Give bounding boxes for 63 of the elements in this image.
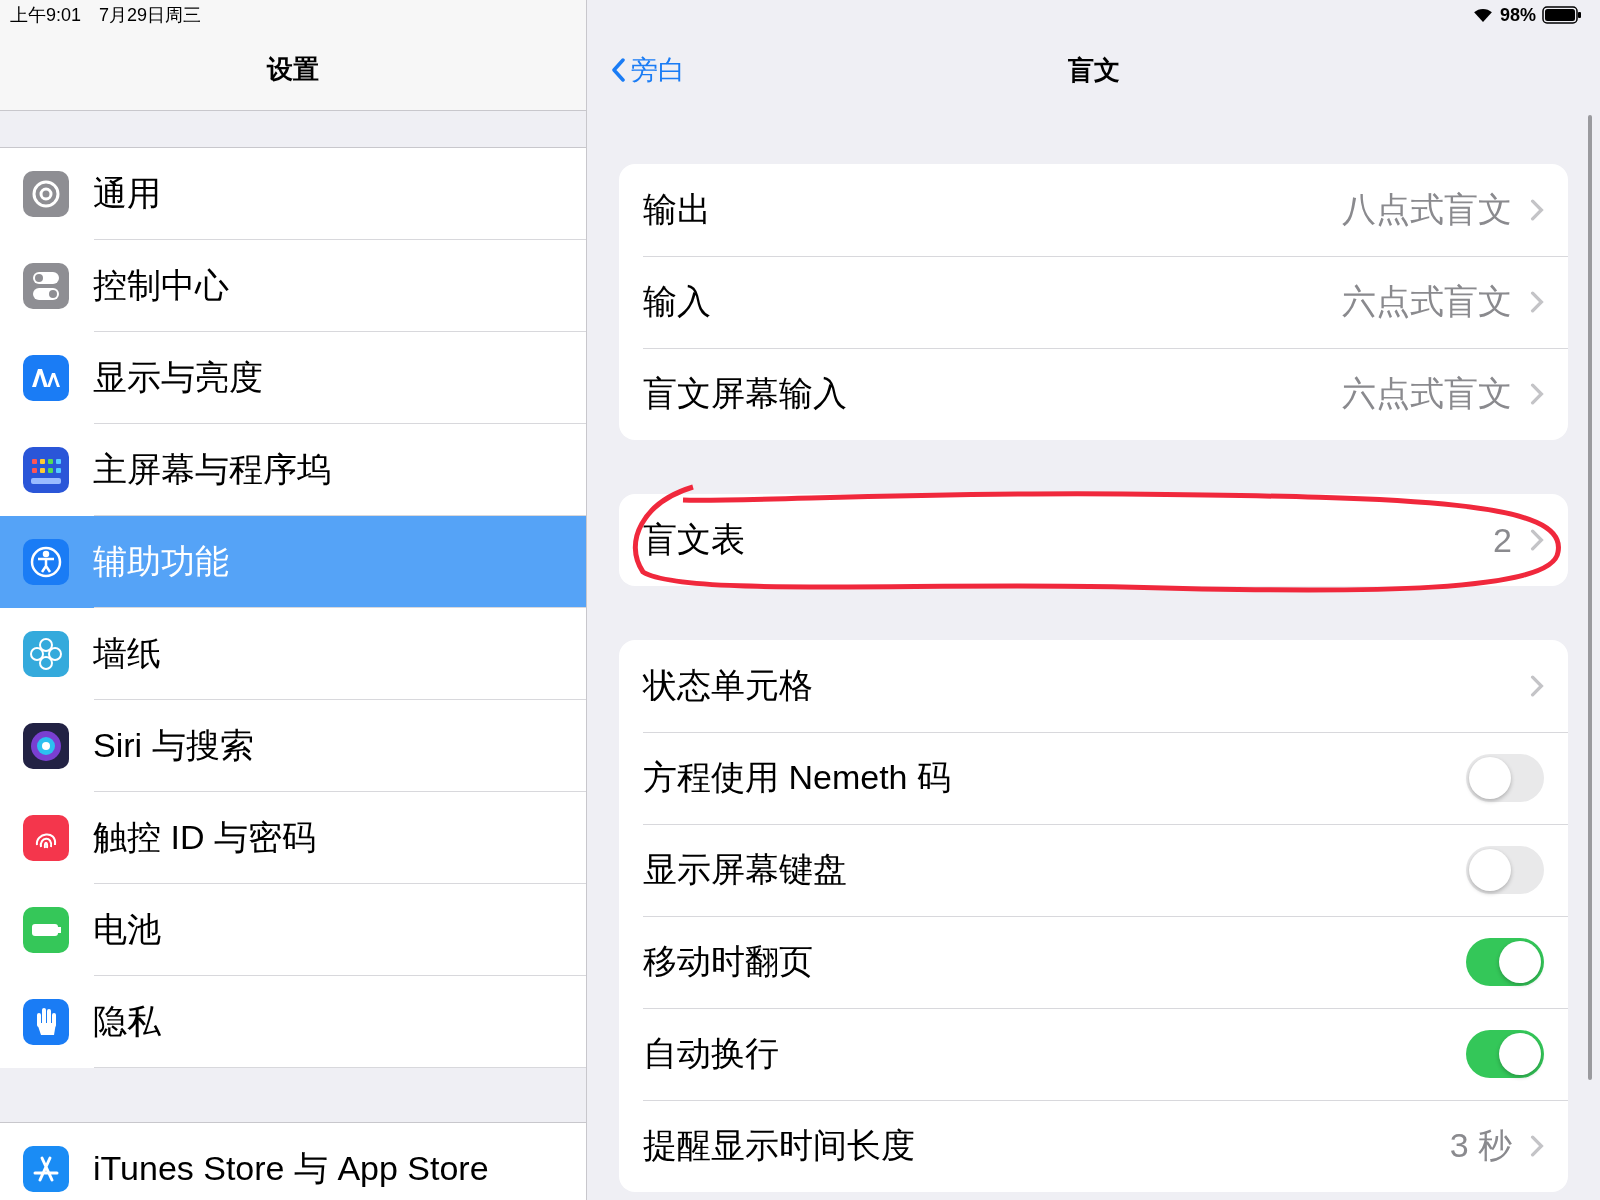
switches-icon (23, 263, 69, 309)
sidebar-item[interactable]: 电池 (0, 884, 586, 976)
sidebar-label: iTunes Store 与 App Store (93, 1148, 489, 1189)
row-label: 提醒显示时间长度 (643, 1125, 916, 1166)
toggle-switch[interactable] (1466, 938, 1544, 986)
row-label: 输出 (643, 189, 712, 230)
sidebar-item[interactable]: 通用 (0, 148, 586, 240)
sidebar-item[interactable]: 显示与亮度 (0, 332, 586, 424)
status-date: 7月29日周三 (99, 4, 202, 27)
sidebar-label: 辅助功能 (93, 541, 229, 582)
sidebar-label: 电池 (93, 909, 161, 950)
toggle-switch[interactable] (1466, 846, 1544, 894)
hand-icon (23, 999, 69, 1045)
status-time: 上午9:01 (10, 4, 82, 27)
sidebar-item[interactable]: Siri 与搜索 (0, 700, 586, 792)
sidebar-item[interactable]: 主屏幕与程序坞 (0, 424, 586, 516)
row-label: 盲文屏幕输入 (643, 373, 848, 414)
row-label: 方程使用 Nemeth 码 (643, 757, 952, 798)
battery-percent: 98% (1499, 4, 1536, 26)
chevron-icon[interactable] (1530, 291, 1544, 313)
chevron-icon[interactable] (1530, 199, 1544, 221)
sidebar-label: 墙纸 (93, 633, 161, 674)
battery-icon (1542, 6, 1582, 24)
sidebar-item[interactable]: 墙纸 (0, 608, 586, 700)
sidebar-label: 显示与亮度 (93, 357, 263, 398)
chevron-icon[interactable] (1530, 529, 1544, 551)
flower-icon (23, 631, 69, 677)
row-label: 状态单元格 (643, 665, 814, 706)
row-value: 六点式盲文 (1342, 281, 1512, 322)
fingerprint-icon (23, 815, 69, 861)
sidebar-label: 主屏幕与程序坞 (93, 449, 331, 490)
sidebar-item[interactable]: 控制中心 (0, 240, 586, 332)
sidebar-label: 通用 (93, 173, 161, 214)
row-label: 盲文表 (643, 519, 746, 560)
sidebar-label: 触控 ID 与密码 (93, 817, 316, 858)
row-value: 3 秒 (1449, 1125, 1512, 1166)
sidebar-item[interactable]: 触控 ID 与密码 (0, 792, 586, 884)
row-label: 自动换行 (643, 1033, 780, 1074)
store-icon (23, 1146, 69, 1192)
row-value: 八点式盲文 (1342, 189, 1512, 230)
toggle-switch[interactable] (1466, 754, 1544, 802)
battery-icon (23, 907, 69, 953)
row-label: 显示屏幕键盘 (643, 849, 848, 890)
siri-icon (23, 723, 69, 769)
sidebar-item[interactable]: 隐私 (0, 976, 586, 1068)
sidebar-label: 隐私 (93, 1001, 161, 1042)
back-chevron-icon (611, 57, 625, 83)
chevron-icon[interactable] (1530, 383, 1544, 405)
toggle-switch[interactable] (1466, 1030, 1544, 1078)
chevron-icon[interactable] (1530, 1135, 1544, 1157)
gear-icon (23, 171, 69, 217)
page-title: 盲文 (1067, 53, 1120, 87)
row-label: 输入 (643, 281, 712, 322)
sidebar-title: 设置 (265, 53, 320, 86)
row-label: 移动时翻页 (643, 941, 814, 982)
sidebar-label: 控制中心 (93, 265, 229, 306)
grid-icon (23, 447, 69, 493)
wifi-icon (1471, 7, 1494, 23)
chevron-icon[interactable] (1530, 675, 1544, 697)
sidebar-label: Siri 与搜索 (93, 725, 254, 766)
row-value: 六点式盲文 (1342, 373, 1512, 414)
accessibility-icon (23, 539, 69, 585)
row-value: 2 (1493, 520, 1512, 560)
